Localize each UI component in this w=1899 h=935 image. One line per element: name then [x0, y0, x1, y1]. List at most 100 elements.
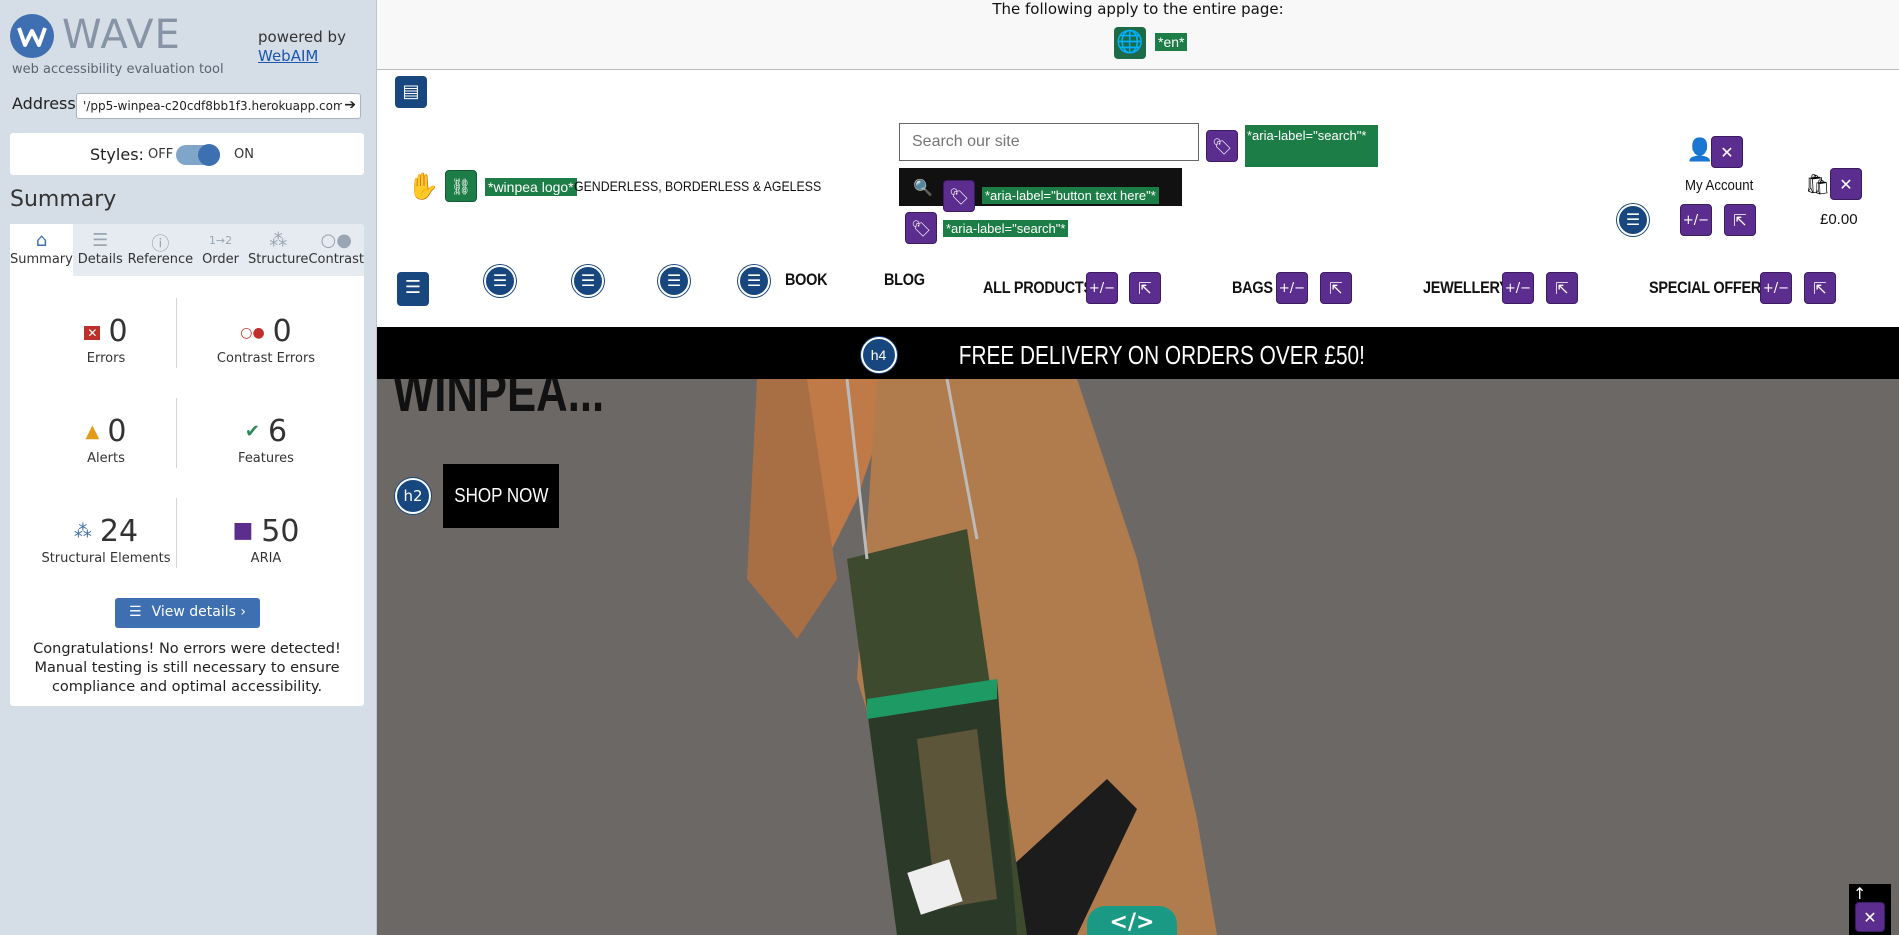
list-icon[interactable]: ☰ — [658, 265, 690, 297]
apply-text: The following apply to the entire page: — [992, 0, 1284, 18]
expand-icon[interactable]: +/− — [1086, 272, 1118, 304]
logo-aria-tag: *winpea logo* — [485, 178, 577, 196]
expand-icon[interactable]: +/− — [1760, 272, 1792, 304]
close-icon[interactable]: ✕ — [1830, 168, 1862, 200]
bag-icon[interactable]: 🛍 — [1805, 172, 1830, 196]
winpea-logo-icon[interactable]: ✋ — [407, 172, 439, 202]
close-icon[interactable]: ✕ — [1855, 902, 1885, 932]
list-icon: ☰ — [129, 604, 142, 620]
metric-contrast-errors[interactable]: ○● 0 Contrast Errors — [196, 314, 336, 366]
address-label: Address: — [12, 94, 82, 113]
wave-sidebar: WAVE web accessibility evaluation tool p… — [0, 0, 377, 935]
metric-errors[interactable]: ✕ 0 Errors — [36, 314, 176, 366]
popup-icon[interactable]: ⇱ — [1320, 272, 1352, 304]
tab-structure[interactable]: ⁂ Structure — [248, 224, 308, 276]
shop-now-button[interactable]: SHOP NOW — [443, 464, 559, 528]
styles-label: Styles: — [90, 145, 144, 164]
styles-toggle[interactable] — [176, 144, 220, 166]
aria-search-tag: *aria-label="search"* — [1245, 125, 1378, 167]
address-input[interactable]: '/pp5-winpea-c20cdf8bb1f3.herokuapp.com/… — [76, 93, 361, 119]
nav-jewellery[interactable]: JEWELLERY — [1423, 278, 1509, 298]
list-icon[interactable]: ☰ — [572, 265, 604, 297]
nav-bags[interactable]: BAGS — [1232, 278, 1273, 298]
search-icon: 🔍 — [913, 178, 933, 197]
list-icon[interactable]: ☰ — [738, 265, 770, 297]
tab-details[interactable]: ☰ Details — [73, 224, 128, 276]
my-account-link[interactable]: My Account — [1685, 177, 1753, 194]
powered-by: powered by WebAIM — [258, 28, 346, 65]
tag-icon[interactable]: 🏷 — [1206, 130, 1238, 162]
wave-logo-text: WAVE — [62, 12, 181, 58]
tag-icon[interactable]: 🏷 — [943, 180, 975, 212]
page-level-bar: The following apply to the entire page: … — [377, 0, 1899, 70]
cart-total: £0.00 — [1820, 211, 1858, 228]
metric-structural[interactable]: ⁂ 24 Structural Elements — [36, 514, 176, 566]
back-to-top-button[interactable]: ↑ ✕ — [1849, 884, 1891, 935]
structure-icon: ⁂ — [269, 230, 288, 251]
nav-region-icon[interactable]: ☰ — [397, 272, 429, 306]
header-region-icon[interactable]: ▤ — [395, 76, 427, 108]
popup-icon[interactable]: ⇱ — [1546, 272, 1578, 304]
wave-subtitle: web accessibility evaluation tool — [12, 62, 224, 77]
wave-logo-icon — [10, 14, 54, 58]
metric-alerts[interactable]: ▲ 0 Alerts — [36, 414, 176, 466]
contrast-error-icon: ○● — [240, 325, 265, 341]
order-icon: 1→2 — [208, 234, 233, 247]
list-icon[interactable]: ☰ — [484, 265, 516, 297]
nav-blog[interactable]: BLOG — [884, 270, 925, 290]
popup-icon[interactable]: ⇱ — [1804, 272, 1836, 304]
divider — [176, 498, 177, 568]
webaim-link[interactable]: WebAIM — [258, 47, 318, 65]
styles-on-label: ON — [234, 147, 254, 162]
arrow-up-icon: ↑ — [1853, 884, 1867, 903]
link-icon[interactable]: ⛓ — [445, 170, 477, 202]
heading-tag-icon: h2 — [395, 478, 431, 514]
wave-tabs: ⌂ Summary ☰ Details ⓘ Reference 1→2 Order ⁂ S… — [10, 224, 364, 276]
check-icon: ✔ — [244, 421, 260, 442]
congrats-message: Congratulations! No errors were detected… — [33, 641, 341, 695]
expand-icon[interactable]: +/− — [1276, 272, 1308, 304]
search-input[interactable] — [899, 123, 1199, 161]
popup-icon[interactable]: ⇱ — [1724, 204, 1756, 236]
code-icon[interactable]: </> — [1087, 906, 1177, 935]
popup-icon[interactable]: ⇱ — [1129, 272, 1161, 304]
list-icon: ☰ — [92, 230, 109, 251]
toggle-knob — [198, 144, 220, 166]
nav-special-offers[interactable]: SPECIAL OFFERS — [1649, 278, 1771, 298]
nav-all-products[interactable]: ALL PRODUCTS — [983, 278, 1093, 298]
site-preview: The following apply to the entire page: … — [377, 0, 1899, 935]
metric-features[interactable]: ✔ 6 Features — [196, 414, 336, 466]
summary-card: ✕ 0 Errors ○● 0 Contrast Errors ▲ 0 Alerts … — [10, 276, 364, 706]
divider — [176, 398, 177, 468]
hero-image — [377, 379, 1899, 935]
arrow-right-icon[interactable]: ➔ — [342, 97, 356, 113]
list-icon[interactable]: ☰ — [1617, 204, 1649, 236]
aria-button-tag: *aria-label="button text here"* — [982, 187, 1159, 204]
delivery-banner: h4 FREE DELIVERY ON ORDERS OVER £50! — [377, 327, 1899, 379]
expand-icon[interactable]: +/− — [1502, 272, 1534, 304]
heading-tag-icon: h4 — [860, 337, 897, 374]
info-icon: ⓘ — [151, 234, 170, 255]
expand-icon[interactable]: +/− — [1680, 204, 1712, 236]
globe-icon[interactable]: 🌐 — [1114, 27, 1146, 59]
tag-icon[interactable]: 🏷 — [905, 212, 937, 244]
divider — [176, 298, 177, 368]
user-icon[interactable]: 👤 — [1686, 138, 1713, 163]
metric-aria[interactable]: ■ 50 ARIA — [196, 514, 336, 566]
view-details-button[interactable]: ☰ View details › — [115, 598, 260, 628]
tab-summary[interactable]: ⌂ Summary — [10, 224, 73, 276]
close-icon[interactable]: ✕ — [1711, 136, 1743, 168]
nav-book[interactable]: BOOK — [785, 270, 828, 290]
styles-card: Styles: OFF ON — [10, 133, 364, 175]
tab-contrast[interactable]: ○● Contrast — [308, 224, 364, 276]
banner-text: FREE DELIVERY ON ORDERS OVER £50! — [958, 340, 1365, 371]
aria-search-tag-2: *aria-label="search"* — [943, 220, 1069, 237]
structure-icon: ⁂ — [73, 521, 92, 542]
tagline: GENDERLESS, BORDERLESS & AGELESS — [574, 178, 822, 194]
tab-order[interactable]: 1→2 Order — [193, 224, 248, 276]
summary-title: Summary — [10, 187, 117, 212]
contrast-icon: ○● — [320, 230, 352, 251]
tab-reference[interactable]: ⓘ Reference — [128, 224, 193, 276]
error-icon: ✕ — [84, 326, 101, 340]
aria-icon: ■ — [232, 518, 254, 543]
